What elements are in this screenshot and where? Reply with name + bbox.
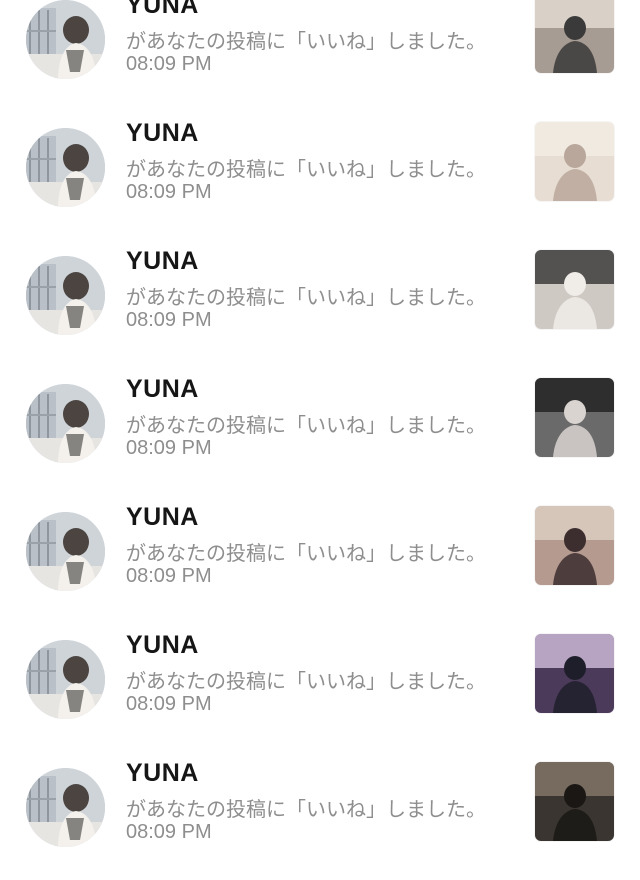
notification-message: があなたの投稿に「いいね」しました。 [126,157,486,181]
notification-row[interactable]: YUNA があなたの投稿に「いいね」しました。 08:09 PM [0,496,640,624]
username[interactable]: YUNA [126,375,199,404]
timestamp: 08:09 PM [126,821,212,843]
notification-row[interactable]: YUNA があなたの投稿に「いいね」しました。 08:09 PM [0,368,640,496]
post-thumbnail[interactable] [535,378,614,457]
avatar[interactable] [26,128,105,207]
notification-row[interactable]: YUNA があなたの投稿に「いいね」しました。 08:09 PM [0,624,640,752]
post-thumbnail[interactable] [535,634,614,713]
notification-message: があなたの投稿に「いいね」しました。 [126,29,486,53]
timestamp: 08:09 PM [126,693,212,715]
post-thumbnail-image [535,762,614,841]
post-thumbnail[interactable] [535,122,614,201]
username[interactable]: YUNA [126,119,199,148]
timestamp: 08:09 PM [126,309,212,331]
notification-row[interactable]: YUNA があなたの投稿に「いいね」しました。 08:09 PM [0,752,640,880]
post-thumbnail-image [535,506,614,585]
notification-list: YUNA があなたの投稿に「いいね」しました。 08:09 PM YUNA があ… [0,0,640,855]
notification-message: があなたの投稿に「いいね」しました。 [126,285,486,309]
notification-row[interactable]: YUNA があなたの投稿に「いいね」しました。 08:09 PM [0,240,640,368]
post-thumbnail[interactable] [535,762,614,841]
avatar[interactable] [26,512,105,591]
avatar[interactable] [26,640,105,719]
notification-message: があなたの投稿に「いいね」しました。 [126,541,486,565]
notification-message: があなたの投稿に「いいね」しました。 [126,797,486,821]
notification-row[interactable]: YUNA があなたの投稿に「いいね」しました。 08:09 PM [0,0,640,112]
username[interactable]: YUNA [126,631,199,660]
notification-message: があなたの投稿に「いいね」しました。 [126,413,486,437]
post-thumbnail[interactable] [535,0,614,73]
timestamp: 08:09 PM [126,437,212,459]
timestamp: 08:09 PM [126,53,212,75]
avatar[interactable] [26,0,105,79]
avatar[interactable] [26,384,105,463]
avatar[interactable] [26,256,105,335]
timestamp: 08:09 PM [126,181,212,203]
avatar[interactable] [26,768,105,847]
username[interactable]: YUNA [126,503,199,532]
notification-message: があなたの投稿に「いいね」しました。 [126,669,486,693]
post-thumbnail-image [535,250,614,329]
username[interactable]: YUNA [126,247,199,276]
post-thumbnail[interactable] [535,506,614,585]
post-thumbnail[interactable] [535,250,614,329]
username[interactable]: YUNA [126,759,199,788]
post-thumbnail-image [535,634,614,713]
post-thumbnail-image [535,0,614,73]
notification-row[interactable]: YUNA があなたの投稿に「いいね」しました。 08:09 PM [0,112,640,240]
post-thumbnail-image [535,122,614,201]
timestamp: 08:09 PM [126,565,212,587]
username[interactable]: YUNA [126,0,199,20]
post-thumbnail-image [535,378,614,457]
